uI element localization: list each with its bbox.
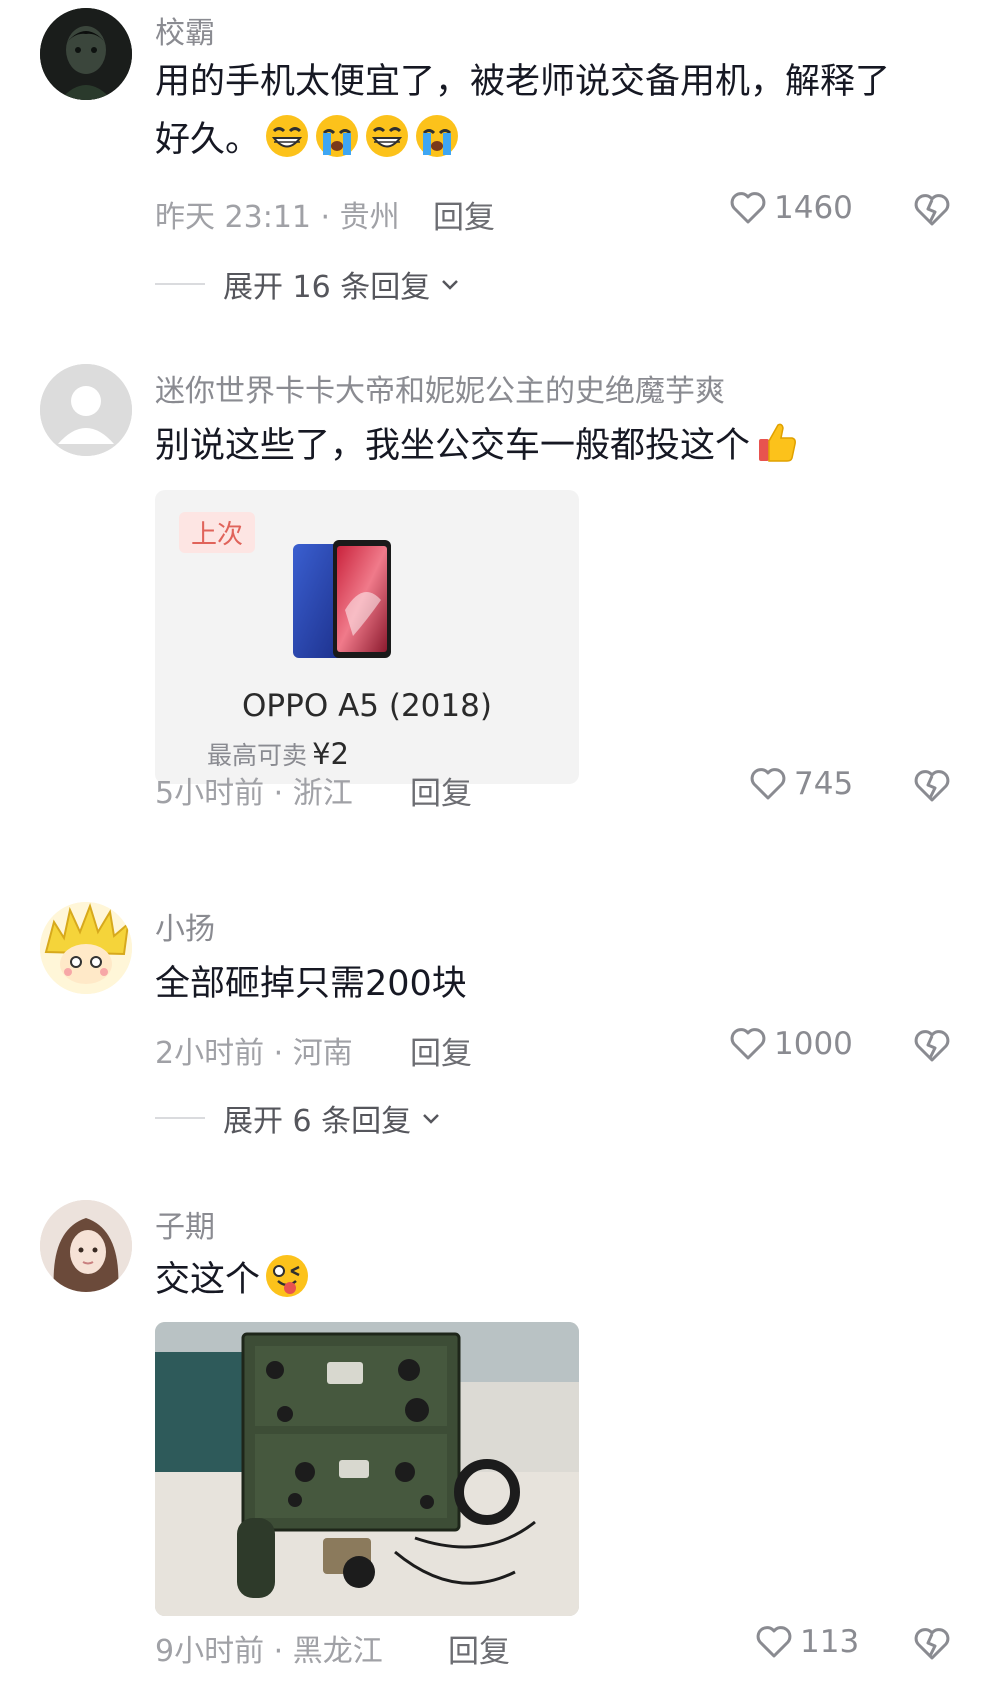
- comment-item: 子期 交这个 9小时前 · 黑龙江 回复 113: [0, 1196, 1000, 1701]
- dislike-button[interactable]: [912, 1624, 952, 1664]
- grin-emoji: [364, 113, 410, 159]
- avatar[interactable]: [40, 364, 132, 456]
- crying-emoji: [314, 113, 360, 159]
- like-button[interactable]: 113: [754, 1622, 859, 1662]
- like-count: 1000: [774, 1026, 853, 1062]
- comment-text: 好久。: [155, 108, 955, 172]
- broken-heart-icon: [914, 770, 950, 802]
- expand-replies-button[interactable]: 展开 16 条回复: [155, 262, 462, 306]
- like-button[interactable]: 745: [748, 764, 853, 804]
- product-tag: 上次: [179, 512, 256, 553]
- avatar[interactable]: [40, 902, 132, 994]
- heart-outline-icon: [730, 1028, 766, 1060]
- comment-time-location: 2小时前 · 河南: [155, 1036, 353, 1071]
- comment-text-line: 用的手机太便宜了，被老师说交备用机，解释了: [155, 62, 891, 102]
- broken-heart-icon: [914, 1030, 950, 1062]
- comment-time-location: 昨天 23:11 · 贵州: [155, 200, 400, 235]
- comment-text-line: 好久。: [155, 120, 261, 160]
- comment-text: 交这个: [155, 1248, 955, 1312]
- comment-item: 校霸 用的手机太便宜了，被老师说交备用机，解释了 好久。 昨天 23:11 · …: [0, 0, 1000, 305]
- comment-text: 用的手机太便宜了，被老师说交备用机，解释了: [155, 50, 955, 114]
- like-count: 745: [794, 766, 854, 802]
- like-count: 113: [800, 1624, 860, 1660]
- grin-emoji: [264, 113, 310, 159]
- comment-text: 全部砸掉只需200块: [155, 952, 955, 1016]
- broken-heart-icon: [914, 1628, 950, 1660]
- dislike-button[interactable]: [912, 766, 952, 806]
- like-button[interactable]: 1000: [728, 1024, 853, 1064]
- dislike-button[interactable]: [912, 190, 952, 230]
- heart-outline-icon: [756, 1626, 792, 1658]
- avatar[interactable]: [40, 8, 132, 100]
- chevron-down-icon: [423, 1114, 440, 1124]
- comment-text: 别说这些了，我坐公交车一般都投这个: [155, 414, 955, 478]
- username[interactable]: 迷你世界卡卡大帝和妮妮公主的史绝魔芋爽: [155, 366, 725, 410]
- product-price: 最高可卖 ¥2: [207, 736, 349, 772]
- product-name: OPPO A5 (2018): [242, 688, 492, 724]
- crying-emoji: [414, 113, 460, 159]
- divider: [155, 283, 205, 285]
- comment-item: 迷你世界卡卡大帝和妮妮公主的史绝魔芋爽 别说这些了，我坐公交车一般都投这个 上次…: [0, 360, 1000, 840]
- reply-button[interactable]: 回复: [410, 1028, 472, 1073]
- tongue-out-emoji: [264, 1253, 310, 1299]
- price-value: ¥2: [312, 737, 350, 771]
- comment-text-line: 交这个: [155, 1260, 261, 1300]
- heart-outline-icon: [750, 768, 786, 800]
- reply-button[interactable]: 回复: [433, 192, 495, 237]
- photo-attachment[interactable]: [155, 1322, 579, 1616]
- chevron-down-icon: [442, 280, 459, 290]
- expand-replies-button[interactable]: 展开 6 条回复: [155, 1096, 443, 1140]
- comment-item: 小扬 全部砸掉只需200块 2小时前 · 河南 回复 1000 展开 6 条回复: [0, 900, 1000, 1160]
- avatar[interactable]: [40, 1200, 132, 1292]
- dislike-button[interactable]: [912, 1026, 952, 1066]
- like-button[interactable]: 1460: [728, 188, 853, 228]
- comment-time-location: 5小时前 · 浙江: [155, 776, 353, 811]
- expand-replies-label: 展开 6 条回复: [223, 1104, 412, 1139]
- username[interactable]: 子期: [155, 1202, 215, 1246]
- reply-button[interactable]: 回复: [448, 1626, 510, 1671]
- username[interactable]: 小扬: [155, 904, 215, 948]
- divider: [155, 1117, 205, 1119]
- comment-text-line: 全部砸掉只需200块: [155, 964, 467, 1004]
- thumbs-up-emoji: [754, 419, 800, 465]
- military-radio-photo: [155, 1322, 579, 1616]
- expand-replies-label: 展开 16 条回复: [223, 270, 431, 305]
- reply-button[interactable]: 回复: [410, 768, 472, 813]
- price-label: 最高可卖: [207, 741, 308, 770]
- product-card[interactable]: 上次 OPPO A5 (2018) 最高可卖 ¥2: [155, 490, 579, 784]
- broken-heart-icon: [914, 194, 950, 226]
- like-count: 1460: [774, 190, 853, 226]
- heart-outline-icon: [730, 192, 766, 224]
- comment-text-line: 别说这些了，我坐公交车一般都投这个: [155, 426, 751, 466]
- comment-time-location: 9小时前 · 黑龙江: [155, 1634, 383, 1669]
- phone-image: [293, 540, 399, 664]
- username[interactable]: 校霸: [155, 8, 215, 52]
